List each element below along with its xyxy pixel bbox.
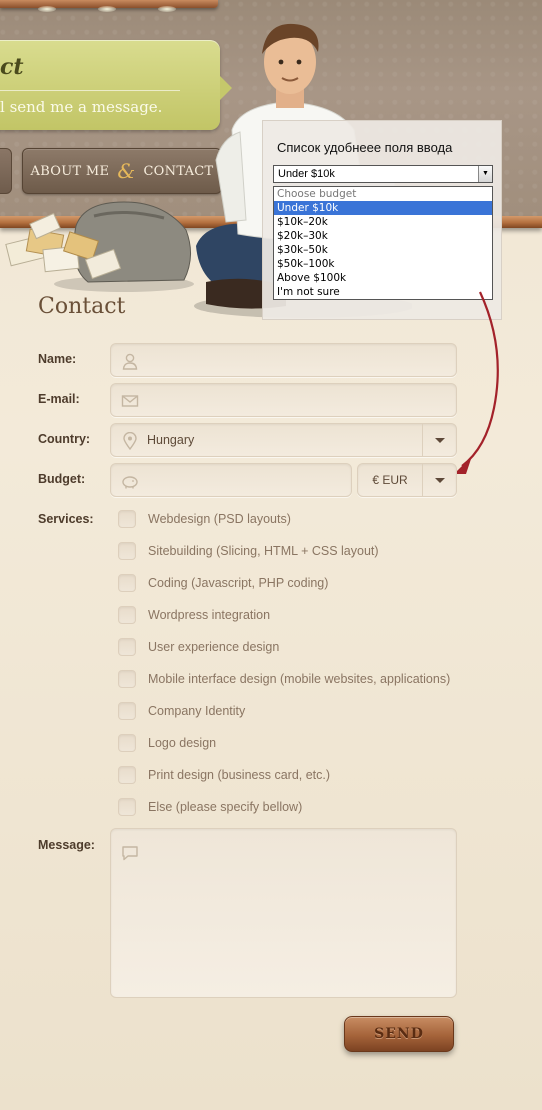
service-item[interactable]: Print design (business card, etc.) <box>118 765 330 785</box>
service-checkbox[interactable] <box>118 542 136 560</box>
service-item[interactable]: User experience design <box>118 637 279 657</box>
user-icon <box>122 353 138 370</box>
service-checkbox[interactable] <box>118 766 136 784</box>
service-label: Logo design <box>148 736 217 750</box>
service-checkbox[interactable] <box>118 670 136 688</box>
service-label: Sitebuilding (Slicing, HTML + CSS layout… <box>148 544 379 558</box>
service-label: Print design (business card, etc.) <box>148 768 331 782</box>
chevron-down-icon[interactable] <box>422 464 456 496</box>
country-value: Hungary <box>147 433 195 447</box>
service-checkbox[interactable] <box>118 574 136 592</box>
service-label: Mobile interface design (mobile websites… <box>148 672 451 686</box>
service-label: User experience design <box>148 640 280 654</box>
service-item[interactable]: Sitebuilding (Slicing, HTML + CSS layout… <box>118 541 379 561</box>
email-input[interactable] <box>110 383 457 417</box>
currency-value: € EUR <box>372 473 408 487</box>
service-label: Company Identity <box>148 704 246 718</box>
banner-divider <box>0 90 180 91</box>
piggy-bank-icon <box>122 476 138 489</box>
budget-option-choose[interactable]: Choose budget <box>274 187 492 201</box>
service-item[interactable]: Wordpress integration <box>118 605 270 625</box>
service-item[interactable]: Else (please specify bellow) <box>118 797 302 817</box>
annotation-caption: Список удобнеее поля ввода <box>277 140 453 155</box>
service-label: Else (please specify bellow) <box>148 800 303 814</box>
budget-input[interactable] <box>110 463 352 497</box>
top-shelf <box>0 0 218 12</box>
mail-bag-illustration <box>5 201 194 292</box>
shelf-light <box>158 6 176 12</box>
currency-select[interactable]: € EUR <box>357 463 457 497</box>
chevron-down-icon[interactable] <box>422 424 456 456</box>
speech-bubble-icon <box>122 846 138 861</box>
service-item[interactable]: Logo design <box>118 733 216 753</box>
service-item[interactable]: Company Identity <box>118 701 245 721</box>
budget-label: Budget: <box>38 472 86 486</box>
banner-text: l send me a message. <box>0 98 163 116</box>
budget-option-above-100k[interactable]: Above $100k <box>274 271 492 285</box>
country-select[interactable]: Hungary <box>110 423 457 457</box>
nav-item-previous[interactable] <box>0 148 12 194</box>
service-checkbox[interactable] <box>118 734 136 752</box>
services-label: Services: <box>38 512 94 526</box>
service-checkbox[interactable] <box>118 702 136 720</box>
service-checkbox[interactable] <box>118 798 136 816</box>
message-textarea[interactable] <box>110 828 457 998</box>
budget-options-list: Choose budget Under $10k $10k–20k $20k–3… <box>273 186 493 300</box>
nav-ampersand: & <box>117 159 136 183</box>
budget-option-10k-20k[interactable]: $10k–20k <box>274 215 492 229</box>
shelf-light <box>98 6 116 12</box>
message-label: Message: <box>38 838 95 852</box>
location-pin-icon <box>123 432 137 450</box>
name-label: Name: <box>38 352 77 366</box>
contact-title: Contact <box>38 294 126 319</box>
budget-option-30k-50k[interactable]: $30k–50k <box>274 243 492 257</box>
nav-about-label: ABOUT ME <box>30 163 110 179</box>
budget-select-demo-value: Under $10k <box>278 168 335 180</box>
service-item[interactable]: Mobile interface design (mobile websites… <box>118 669 450 689</box>
banner-title: ct <box>0 54 24 80</box>
annotation-arrow <box>454 291 499 474</box>
budget-option-under-10k[interactable]: Under $10k <box>274 201 492 215</box>
budget-option-50k-100k[interactable]: $50k–100k <box>274 257 492 271</box>
service-item[interactable]: Webdesign (PSD layouts) <box>118 509 291 529</box>
service-item[interactable]: Coding (Javascript, PHP coding) <box>118 573 328 593</box>
dropdown-arrow-icon: ▼ <box>478 166 492 182</box>
service-label: Webdesign (PSD layouts) <box>148 512 291 526</box>
name-input[interactable] <box>110 343 457 377</box>
service-checkbox[interactable] <box>118 606 136 624</box>
service-checkbox[interactable] <box>118 510 136 528</box>
service-label: Wordpress integration <box>148 608 271 622</box>
email-label: E-mail: <box>38 392 80 406</box>
envelope-icon <box>121 395 139 407</box>
service-label: Coding (Javascript, PHP coding) <box>148 576 329 590</box>
country-label: Country: <box>38 432 91 446</box>
budget-option-20k-30k[interactable]: $20k–30k <box>274 229 492 243</box>
shelf-light <box>38 6 56 12</box>
budget-select-demo[interactable]: Under $10k ▼ <box>273 165 493 183</box>
service-checkbox[interactable] <box>118 638 136 656</box>
send-button[interactable]: SEND <box>344 1016 454 1052</box>
